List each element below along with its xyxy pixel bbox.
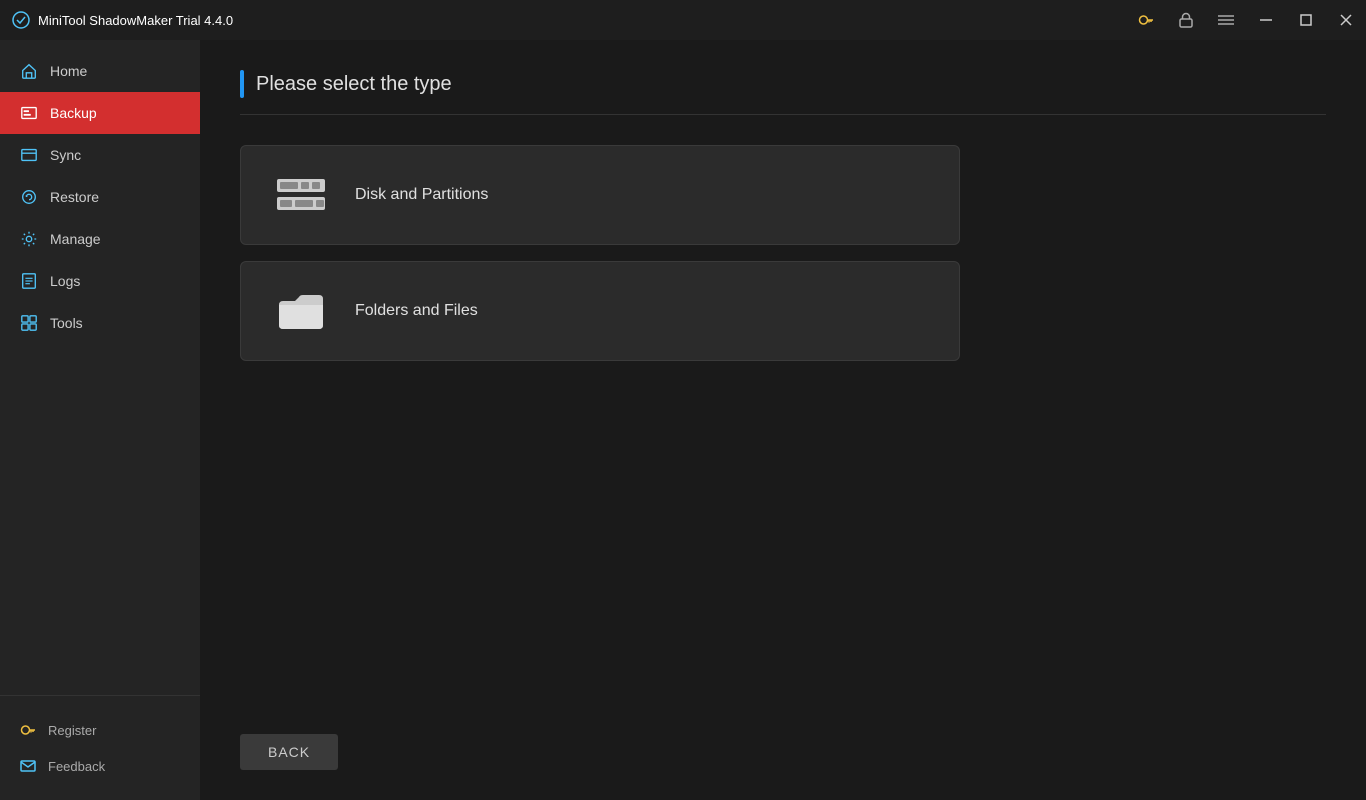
sidebar-item-logs[interactable]: Logs [0,260,200,302]
folders-files-label: Folders and Files [355,302,478,320]
key-icon [1138,12,1154,28]
page-title: Please select the type [256,73,452,96]
close-icon [1340,14,1352,26]
sidebar-item-restore[interactable]: Restore [0,176,200,218]
folder-icon-container [271,286,331,336]
disk-icon-container [271,170,331,220]
sidebar-item-manage[interactable]: Manage [0,218,200,260]
sidebar: Home Backup Sync [0,40,200,800]
sidebar-item-sync[interactable]: Sync [0,134,200,176]
maximize-icon [1300,14,1312,26]
folders-files-card[interactable]: Folders and Files [240,261,960,361]
maximize-btn[interactable] [1286,0,1326,40]
register-key-icon [20,722,36,738]
content-area: Please select the type [200,40,1366,800]
disk-partitions-label: Disk and Partitions [355,186,488,204]
tools-icon [20,314,38,332]
page-title-row: Please select the type [240,70,1326,115]
minimize-btn[interactable] [1246,0,1286,40]
backup-icon [20,104,38,122]
sidebar-item-tools[interactable]: Tools [0,302,200,344]
app-title: MiniTool ShadowMaker Trial 4.4.0 [12,11,233,29]
sidebar-bottom: Register Feedback [0,695,200,800]
window-controls [1126,0,1366,40]
menu-icon [1218,14,1234,26]
lock-icon-btn[interactable] [1166,0,1206,40]
sidebar-item-feedback[interactable]: Feedback [0,748,200,784]
logs-icon [20,272,38,290]
disk-partitions-icon [275,173,327,217]
sidebar-item-register[interactable]: Register [0,712,200,748]
app-logo-icon [12,11,30,29]
sidebar-item-backup[interactable]: Backup [0,92,200,134]
title-bar: MiniTool ShadowMaker Trial 4.4.0 [0,0,1366,40]
back-button[interactable]: BACK [240,734,338,770]
restore-icon [20,188,38,206]
lock-icon [1179,12,1193,28]
title-accent [240,70,244,98]
home-icon [20,62,38,80]
close-btn[interactable] [1326,0,1366,40]
sidebar-item-home[interactable]: Home [0,50,200,92]
disk-partitions-card[interactable]: Disk and Partitions [240,145,960,245]
app-body: Home Backup Sync [0,40,1366,800]
menu-icon-btn[interactable] [1206,0,1246,40]
sync-icon [20,146,38,164]
minimize-icon [1260,19,1272,21]
content-bottom: BACK [240,714,1326,770]
key-icon-btn[interactable] [1126,0,1166,40]
feedback-email-icon [20,758,36,774]
folders-files-icon [275,289,327,333]
type-cards: Disk and Partitions Folders and Files [240,145,1326,361]
sidebar-nav: Home Backup Sync [0,50,200,695]
manage-icon [20,230,38,248]
